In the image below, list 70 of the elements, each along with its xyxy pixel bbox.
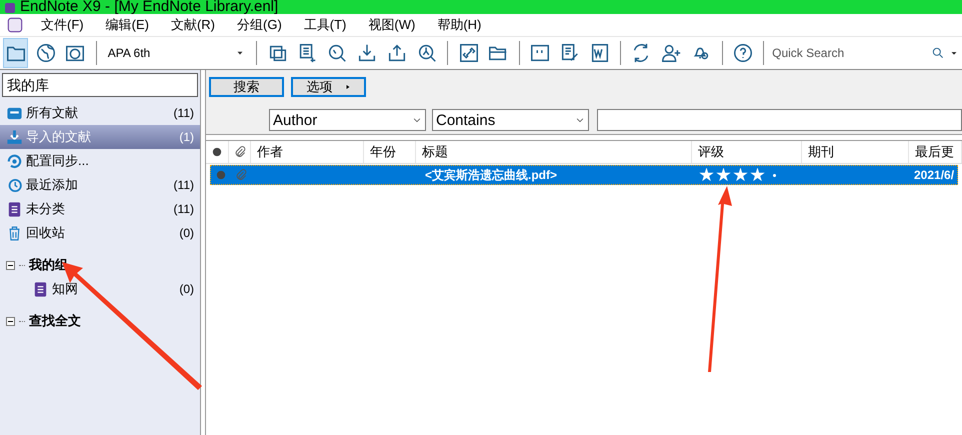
menu-item[interactable]: 工具(T) [300,15,350,35]
menu-item[interactable]: 文献(R) [166,15,219,35]
library-item[interactable]: 回收站 (0) [0,221,200,245]
expand-toggle[interactable] [6,260,15,270]
menu-item[interactable]: 帮助(H) [433,15,486,35]
item-count: (11) [174,105,194,122]
search-text-field[interactable] [597,109,962,131]
item-label: 配置同步... [26,152,90,170]
sync-icon [6,152,23,170]
menu-item[interactable]: 编辑(E) [102,15,153,35]
app-logo-icon [4,2,16,14]
item-count: (0) [179,281,194,298]
paperclip-icon [234,168,248,182]
field-dropdown[interactable]: Author [269,109,426,131]
library-item[interactable]: 最近添加 (11) [0,173,200,197]
item-count: (11) [174,177,194,194]
download-icon [6,128,23,146]
item-label: 回收站 [26,224,66,242]
group-heading[interactable]: 查找全文 [29,311,81,331]
quick-search-field[interactable]: Quick Search [772,44,928,62]
search-button[interactable]: 搜索 [209,77,284,97]
column-header[interactable]: 标题 [416,141,692,163]
link-icon [458,42,480,64]
read-status-icon [212,147,222,157]
menu-item[interactable]: 视图(W) [364,15,420,35]
field-value: Author [273,112,318,128]
paperclip-icon [232,145,246,159]
window-title: EndNote X9 - [My EndNote Library.enl] [20,0,278,14]
document-icon [32,280,49,298]
table-cell-text: <艾宾斯浩遗忘曲线.pdf> [425,167,558,184]
app-logo-icon [7,17,23,33]
item-label: 导入的文献 [26,128,92,146]
library-item[interactable]: 所有文献 (11) [0,101,200,125]
style-dropdown[interactable]: APA 6th [104,42,248,64]
clock-icon [6,176,23,194]
operator-dropdown[interactable]: Contains [432,109,589,131]
local-library-button[interactable] [3,38,28,68]
library-title: 我的库 [2,73,198,97]
style-value: APA 6th [108,45,150,62]
item-count: (1) [179,129,194,146]
library-item[interactable]: 配置同步... [0,149,200,173]
search-icon [931,46,946,60]
table-row[interactable]: <艾宾斯浩遗忘曲线.pdf> 2021/6/ [210,165,958,185]
menu-item[interactable]: 分组(G) [233,15,286,35]
item-label: 所有文献 [26,104,79,122]
column-header[interactable]: 评级 [692,141,802,163]
column-header[interactable]: 期刊 [802,141,909,163]
insert-citation-icon [529,42,552,64]
item-label: 未分类 [26,200,66,218]
operator-value: Contains [436,112,496,128]
table-cell-text: 2021/6/ [914,167,954,184]
expand-toggle[interactable] [6,316,15,326]
item-count: (0) [179,225,194,242]
read-status-icon [216,170,226,180]
item-label: 最近添加 [26,176,79,194]
find-full-text-icon [326,42,348,64]
item-label: 知网 [52,280,79,298]
document-icon [6,200,23,218]
library-item[interactable]: 知网 (0) [0,277,200,301]
item-count: (11) [174,201,194,218]
options-button[interactable]: 选项 [291,77,366,97]
help-icon [732,42,754,64]
column-header[interactable]: 最后更 [909,141,962,163]
library-item[interactable]: 未分类 (11) [0,197,200,221]
add-user-icon [660,42,682,64]
column-header[interactable]: 作者 [251,141,364,163]
column-header[interactable]: 年份 [364,141,416,163]
menu-item[interactable]: 文件(F) [37,15,88,35]
online-search-icon [34,42,57,64]
caret-icon [344,83,350,91]
